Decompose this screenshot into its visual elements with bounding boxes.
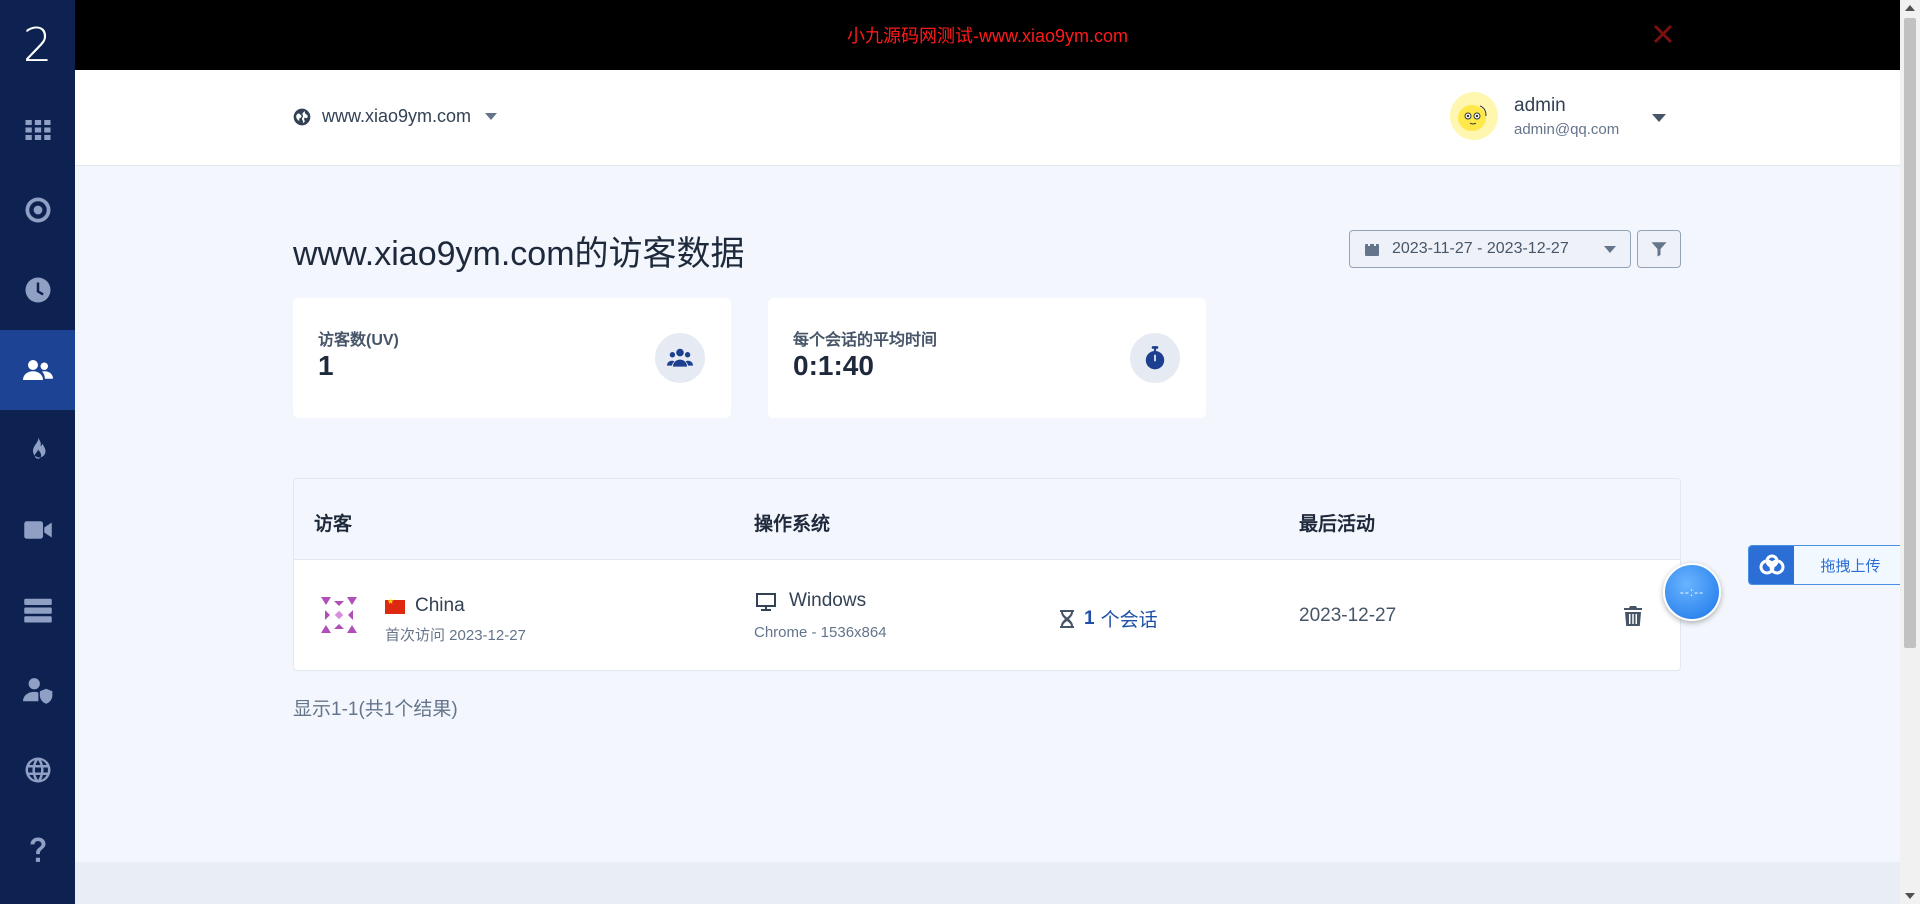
sessions-count: 1: [1084, 607, 1095, 629]
stat-value: 1: [318, 350, 334, 381]
sidebar-item-goals[interactable]: [0, 170, 75, 250]
user-info: admin admin@qq.com: [1514, 95, 1619, 138]
desktop-icon: [756, 593, 776, 611]
grid-icon: [25, 120, 50, 140]
page-title: www.xiao9ym.com的访客数据: [293, 235, 745, 273]
visitors-table: 访客 操作系统 最后活动 China 首次访问 2023-12-27 Windo…: [293, 478, 1681, 671]
sidebar-item-team[interactable]: [0, 650, 75, 730]
user-menu[interactable]: admin admin@qq.com: [1450, 92, 1666, 140]
close-icon: [1653, 24, 1673, 44]
date-range-text: 2023-11-27 - 2023-12-27: [1392, 240, 1569, 257]
last-active: 2023-12-27: [1299, 605, 1397, 626]
stat-label: 访客数(UV): [318, 332, 399, 349]
sidebar-item-heatmaps[interactable]: [0, 410, 75, 490]
sidebar-item-websites[interactable]: [0, 570, 75, 650]
app-logo[interactable]: 2: [0, 0, 75, 90]
stat-value: 0:1:40: [793, 350, 874, 381]
visitor-identicon: [321, 597, 357, 633]
filter-button[interactable]: [1637, 230, 1681, 268]
filter-icon: [1651, 242, 1667, 257]
browser-info: Chrome - 1536x864: [754, 624, 887, 641]
column-header-last-activity: 最后活动: [1299, 514, 1376, 535]
clock-icon: [25, 277, 50, 303]
scroll-up-arrow-icon[interactable]: [1905, 5, 1915, 11]
globe-icon: [25, 757, 50, 783]
server-icon: [23, 598, 52, 623]
trash-icon[interactable]: [1624, 606, 1642, 626]
site-name: www.xiao9ym.com: [322, 106, 472, 126]
user-shield-icon: [22, 678, 52, 704]
sessions-label: 个会话: [1100, 610, 1158, 631]
sessions-link[interactable]: 1 个会话: [1060, 605, 1158, 632]
stat-card-visitors: 访客数(UV) 1: [293, 298, 731, 418]
cloud-icon: [1749, 546, 1794, 584]
visitor-country: China: [415, 595, 465, 616]
stopwatch-icon: [1130, 333, 1180, 383]
table-header: 访客 操作系统 最后活动: [294, 479, 1680, 560]
footer: [75, 862, 1900, 904]
floating-timer-button[interactable]: --:--: [1663, 563, 1721, 621]
scroll-down-arrow-icon[interactable]: [1905, 893, 1915, 899]
chevron-down-icon[interactable]: [1652, 114, 1666, 122]
sidebar-item-help[interactable]: [0, 810, 75, 890]
video-icon: [23, 521, 52, 539]
sidebar-item-realtime[interactable]: [0, 250, 75, 330]
os-name: Windows: [789, 590, 867, 611]
sidebar-item-recordings[interactable]: [0, 490, 75, 570]
globe-icon: [293, 108, 311, 125]
scrollbar[interactable]: [1900, 0, 1920, 904]
sidebar: 2: [0, 0, 75, 904]
users-icon: [655, 333, 705, 383]
calendar-icon: [1365, 242, 1379, 256]
stat-label: 每个会话的平均时间: [793, 332, 938, 349]
users-icon: [22, 360, 53, 380]
hourglass-icon: [1060, 609, 1074, 628]
avatar: [1450, 92, 1498, 140]
chevron-down-icon: [1604, 245, 1616, 253]
sidebar-item-dashboard[interactable]: [0, 90, 75, 170]
date-range-picker[interactable]: 2023-11-27 - 2023-12-27: [1349, 230, 1631, 268]
stat-card-avg-session: 每个会话的平均时间 0:1:40: [768, 298, 1206, 418]
column-header-os: 操作系统: [754, 514, 831, 535]
promo-banner: 小九源码网测试-www.xiao9ym.com: [75, 0, 1900, 70]
table-row[interactable]: China 首次访问 2023-12-27 Windows Chrome - 1…: [294, 560, 1680, 670]
sidebar-item-visitors[interactable]: [0, 330, 75, 410]
banner-close-button[interactable]: [1651, 22, 1675, 46]
result-summary: 显示1-1(共1个结果): [293, 699, 458, 720]
china-flag-icon: [385, 597, 405, 614]
first-visit: 首次访问 2023-12-27: [385, 627, 526, 644]
upload-widget[interactable]: 拖拽上传: [1748, 545, 1908, 585]
banner-text: 小九源码网测试-www.xiao9ym.com: [846, 26, 1129, 46]
user-name: admin: [1514, 94, 1566, 116]
target-icon: [25, 197, 50, 223]
help-icon: [30, 837, 45, 862]
site-selector[interactable]: www.xiao9ym.com: [292, 106, 498, 127]
column-header-visitor: 访客: [314, 514, 353, 535]
user-email: admin@qq.com: [1514, 120, 1620, 138]
upload-label: 拖拽上传: [1820, 557, 1881, 575]
chevron-down-icon: [485, 113, 498, 120]
scroll-thumb[interactable]: [1904, 18, 1916, 648]
fire-icon: [32, 437, 45, 459]
header: www.xiao9ym.com admin admin@qq.com: [75, 70, 1900, 166]
sidebar-item-domains[interactable]: [0, 730, 75, 810]
